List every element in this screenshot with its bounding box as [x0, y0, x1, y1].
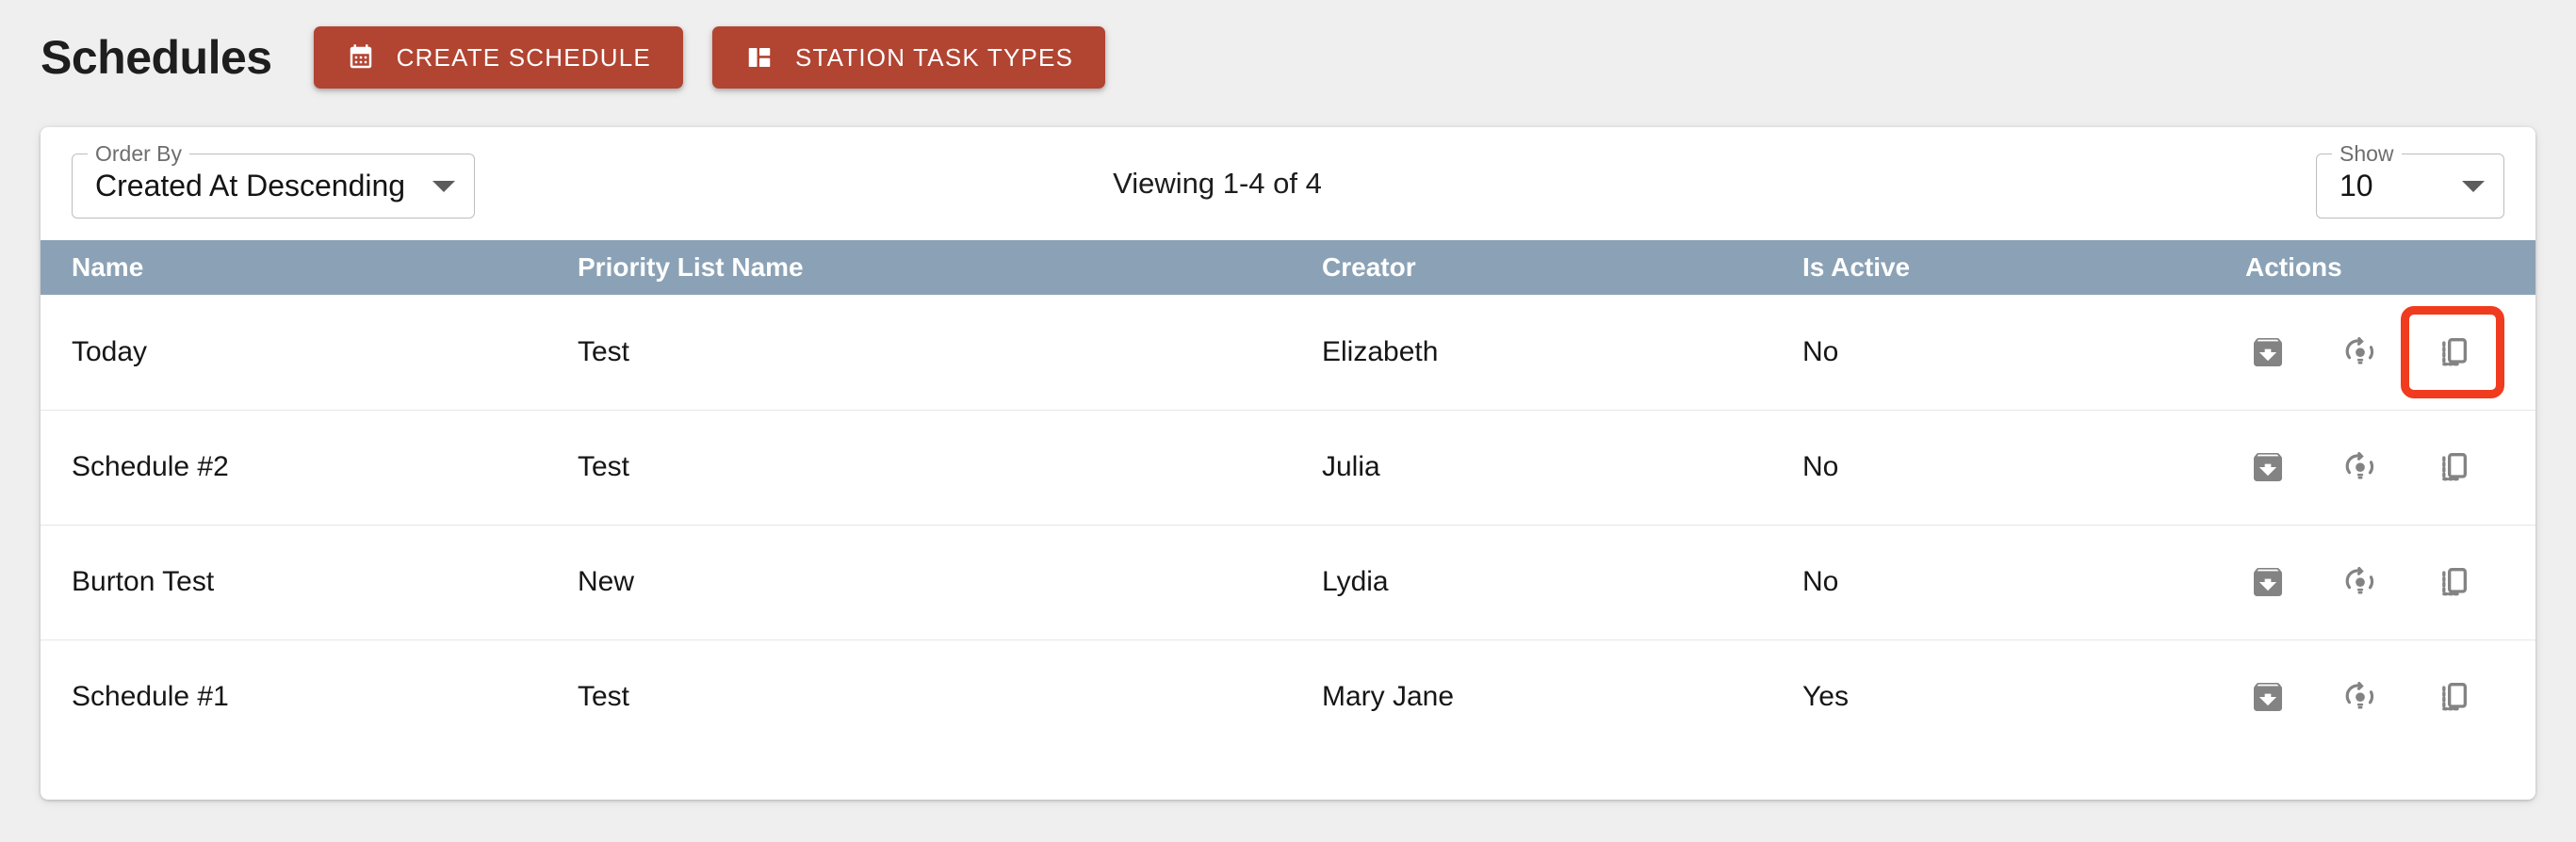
duplicate-action-wrap	[2432, 446, 2473, 488]
archive-download-icon[interactable]	[2247, 332, 2289, 373]
chevron-down-icon	[432, 180, 455, 192]
schedules-card: Order By Created At Descending Viewing 1…	[41, 127, 2535, 800]
cell-creator: Lydia	[1322, 566, 1389, 597]
column-header-priority-list[interactable]: Priority List Name	[578, 240, 1322, 295]
column-header-creator[interactable]: Creator	[1322, 240, 1802, 295]
cell-creator: Elizabeth	[1322, 335, 1439, 367]
lightbulb-refresh-icon[interactable]	[2340, 561, 2381, 603]
cell-actions	[2245, 295, 2535, 410]
cell-name: Today	[72, 335, 148, 367]
cell-priority-list: Test	[578, 335, 630, 367]
cell-name: Burton Test	[72, 566, 215, 597]
cell-actions	[2245, 525, 2535, 640]
station-task-types-button-label: STATION TASK TYPES	[794, 42, 1074, 72]
show-label: Show	[2332, 141, 2402, 167]
duplicate-action-wrap	[2432, 561, 2473, 603]
lightbulb-refresh-icon[interactable]	[2340, 332, 2381, 373]
column-header-is-active[interactable]: Is Active	[1802, 240, 2245, 295]
duplicate-copy-icon[interactable]	[2432, 446, 2473, 488]
cell-name: Schedule #1	[72, 681, 229, 713]
cell-actions	[2245, 410, 2535, 525]
cell-is-active: Yes	[1802, 681, 1849, 713]
table-row[interactable]: Schedule #1 Test Mary Jane Yes	[41, 640, 2535, 754]
order-by-label: Order By	[88, 141, 190, 167]
archive-download-icon[interactable]	[2247, 446, 2289, 488]
lightbulb-refresh-icon[interactable]	[2340, 676, 2381, 718]
duplicate-copy-icon[interactable]	[2432, 676, 2473, 718]
dashboard-layout-icon	[744, 42, 774, 73]
table-body: Today Test Elizabeth No Schedule #2 Test…	[41, 295, 2535, 754]
cell-creator: Mary Jane	[1322, 681, 1455, 713]
archive-download-icon[interactable]	[2247, 676, 2289, 718]
duplicate-copy-icon[interactable]	[2432, 561, 2473, 603]
table-header-row: Name Priority List Name Creator Is Activ…	[41, 240, 2535, 295]
cell-creator: Julia	[1322, 451, 1380, 482]
cell-is-active: No	[1802, 451, 1839, 482]
table-row[interactable]: Schedule #2 Test Julia No	[41, 410, 2535, 525]
page-title: Schedules	[41, 31, 272, 84]
table-row[interactable]: Burton Test New Lydia No	[41, 525, 2535, 640]
cell-is-active: No	[1802, 335, 1839, 367]
cell-priority-list: New	[578, 566, 635, 597]
create-schedule-button[interactable]: CREATE SCHEDULE	[313, 26, 683, 89]
table-toolbar: Order By Created At Descending Viewing 1…	[41, 127, 2535, 240]
page-header: Schedules CREATE SCHEDULE STATION TASK T…	[41, 15, 1106, 100]
cell-name: Schedule #2	[72, 451, 229, 482]
lightbulb-refresh-icon[interactable]	[2340, 446, 2381, 488]
viewing-count-text: Viewing 1-4 of 4	[1113, 167, 1322, 200]
table-header: Name Priority List Name Creator Is Activ…	[41, 240, 2535, 295]
column-header-name[interactable]: Name	[41, 240, 578, 295]
calendar-icon	[346, 42, 376, 73]
duplicate-action-wrap	[2432, 676, 2473, 718]
order-by-select[interactable]: Order By Created At Descending	[72, 141, 475, 219]
order-by-value: Created At Descending	[95, 169, 406, 202]
column-header-actions: Actions	[2245, 252, 2342, 282]
table-row[interactable]: Today Test Elizabeth No	[41, 295, 2535, 410]
cell-priority-list: Test	[578, 451, 630, 482]
cell-actions	[2245, 640, 2535, 754]
duplicate-action-highlight	[2432, 332, 2473, 373]
cell-priority-list: Test	[578, 681, 630, 713]
show-per-page-select[interactable]: Show 10	[2316, 141, 2504, 219]
duplicate-copy-icon[interactable]	[2432, 332, 2473, 373]
archive-download-icon[interactable]	[2247, 561, 2289, 603]
show-value: 10	[2340, 169, 2373, 202]
cell-is-active: No	[1802, 566, 1839, 597]
chevron-down-icon	[2462, 180, 2485, 192]
schedules-table: Name Priority List Name Creator Is Activ…	[41, 240, 2535, 754]
station-task-types-button[interactable]: STATION TASK TYPES	[711, 26, 1106, 89]
create-schedule-button-label: CREATE SCHEDULE	[396, 42, 651, 72]
schedules-page: Schedules CREATE SCHEDULE STATION TASK T…	[0, 0, 2576, 842]
